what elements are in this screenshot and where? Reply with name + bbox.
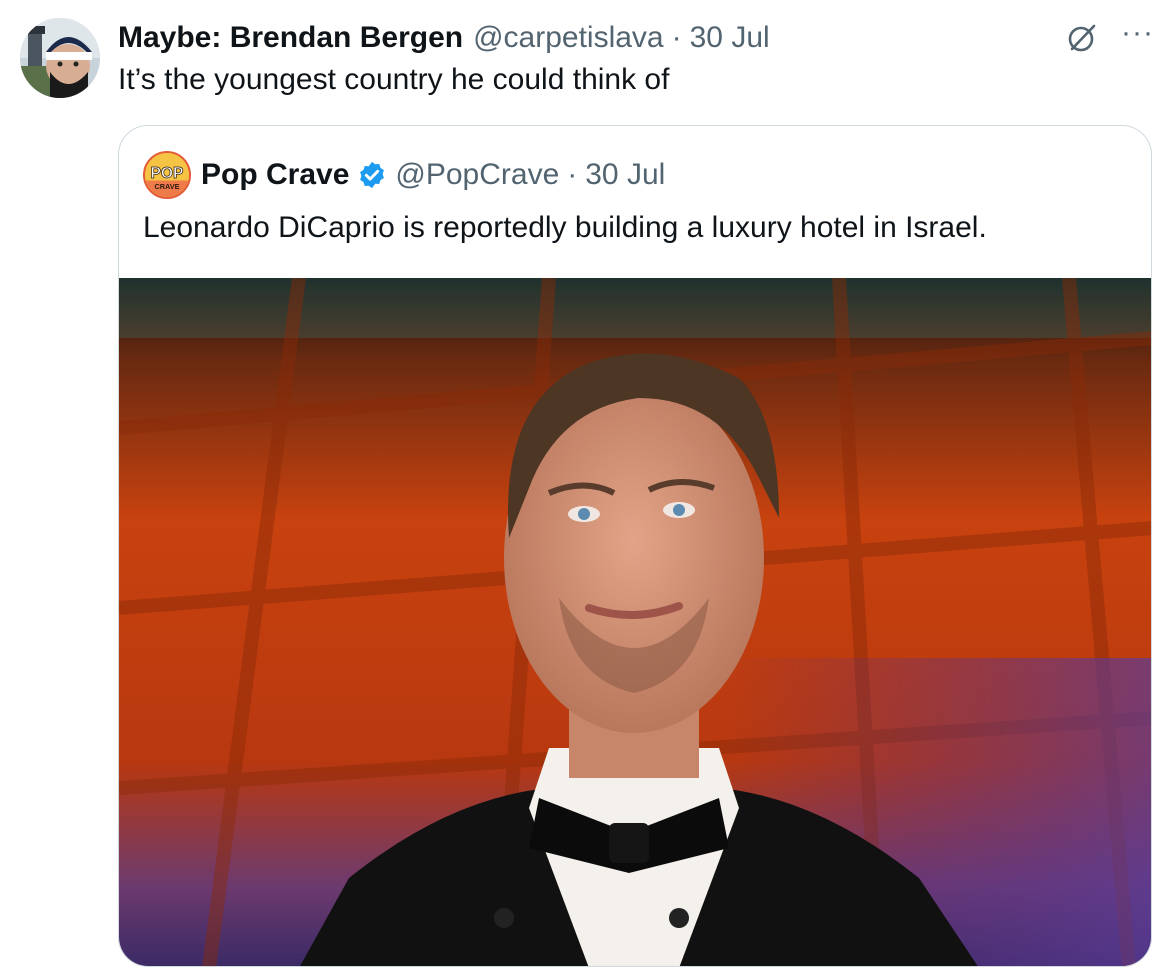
more-icon[interactable]: ··· (1121, 18, 1154, 48)
author-avatar[interactable] (20, 18, 100, 98)
photo-image (119, 278, 1151, 966)
quoted-tweet-header: POP CRAVE Pop Crave @PopCrave · 30 Jul (143, 150, 665, 200)
grok-icon[interactable] (1065, 21, 1099, 55)
quoted-tweet-date[interactable]: 30 Jul (585, 158, 665, 192)
separator-dot: · (567, 158, 578, 191)
quoted-author-handle[interactable]: @PopCrave (395, 158, 559, 192)
separator-dot: · (671, 21, 682, 54)
avatar-image (20, 18, 100, 98)
tweet-text: It’s the youngest country he could think… (118, 63, 670, 96)
quoted-tweet-photo[interactable] (119, 278, 1151, 966)
pop-crave-logo: POP CRAVE (145, 153, 189, 197)
tweet-header: Maybe: Brendan Bergen @carpetislava · 30… (118, 18, 770, 58)
quoted-author-name[interactable]: Pop Crave (201, 158, 349, 192)
tweet-actions-top: ··· (1065, 18, 1154, 58)
tweet[interactable]: Maybe: Brendan Bergen @carpetislava · 30… (0, 0, 1174, 978)
author-handle[interactable]: @carpetislava (473, 21, 664, 55)
quoted-author-avatar[interactable]: POP CRAVE (143, 151, 191, 199)
verified-badge-icon (357, 160, 387, 190)
quoted-tweet-text: Leonardo DiCaprio is reportedly building… (143, 211, 987, 244)
logo-text-bottom: CRAVE (154, 182, 179, 191)
quoted-tweet[interactable]: POP CRAVE Pop Crave @PopCrave · 30 Jul L… (118, 125, 1152, 967)
tweet-date[interactable]: 30 Jul (690, 21, 770, 55)
author-name[interactable]: Maybe: Brendan Bergen (118, 21, 463, 55)
logo-text-top: POP (151, 165, 184, 182)
